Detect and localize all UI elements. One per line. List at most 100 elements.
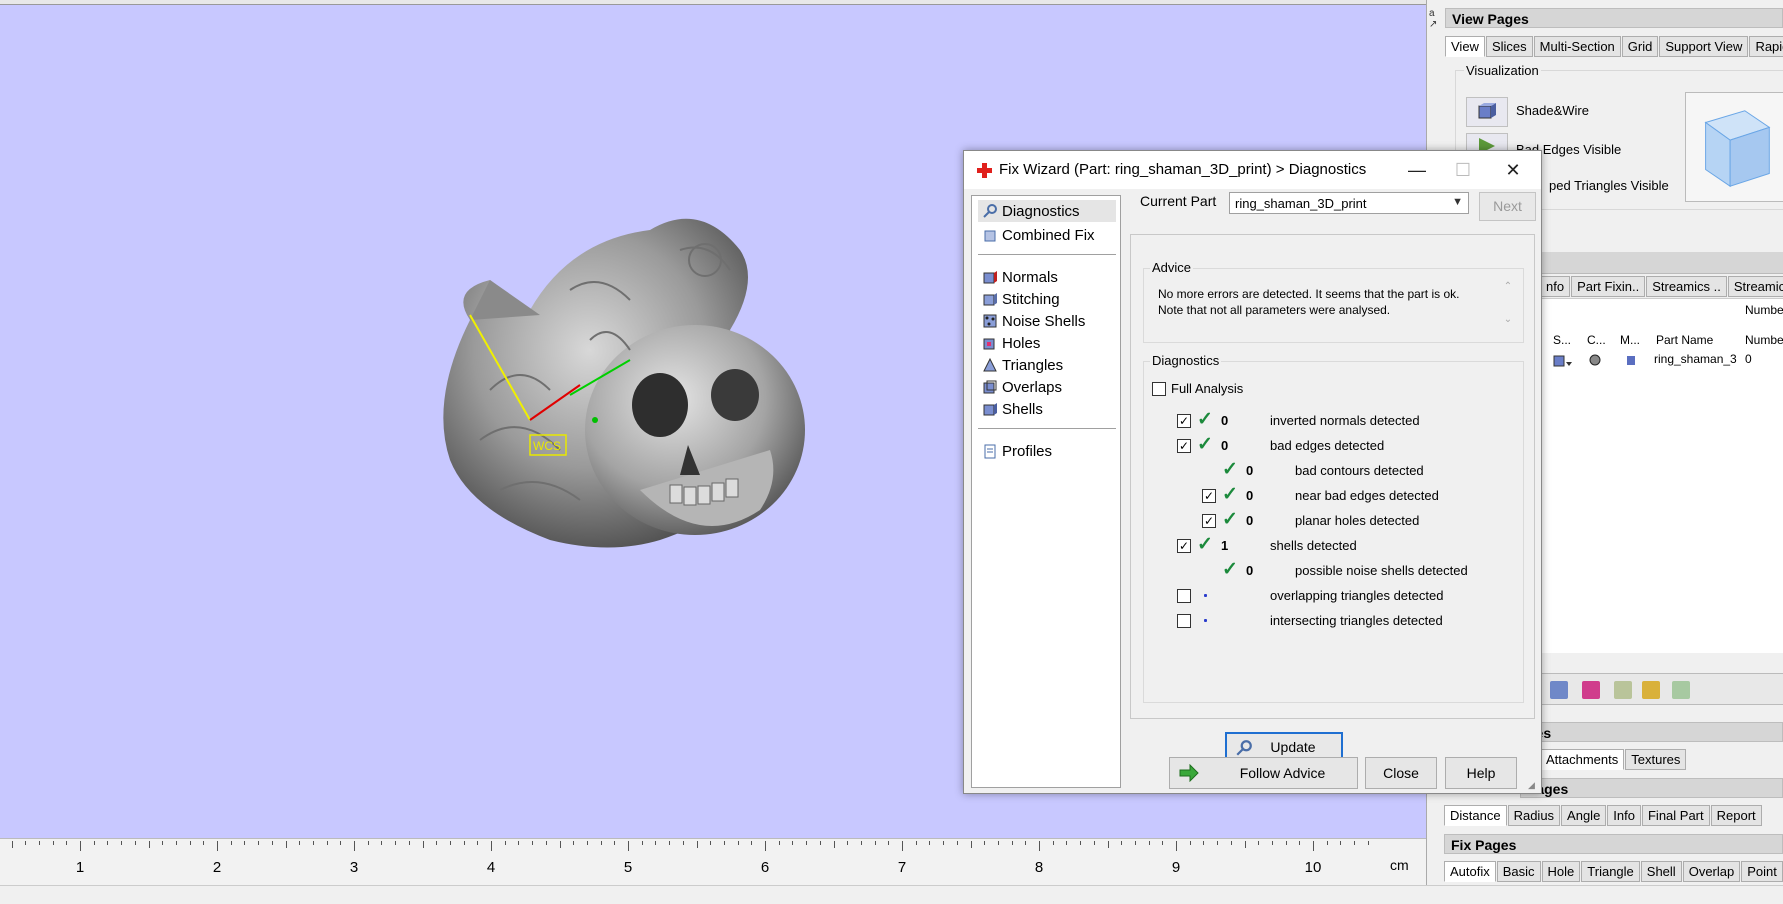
wizard-nav: Diagnostics Combined Fix Normals Stitchi… xyxy=(971,195,1121,788)
dialog-titlebar[interactable]: Fix Wizard (Part: ring_shaman_3D_print) … xyxy=(964,151,1541,189)
nav-divider-2 xyxy=(978,428,1116,429)
nav-profiles[interactable]: Profiles xyxy=(978,440,1116,462)
col-number[interactable]: Numbe xyxy=(1745,333,1783,347)
tab-basic[interactable]: Basic xyxy=(1496,861,1541,882)
tab-attachments[interactable]: Attachments xyxy=(1540,749,1625,770)
close-icon[interactable]: ✕ xyxy=(1490,155,1536,185)
tab-triangle[interactable]: Triangle xyxy=(1581,861,1640,882)
tab-final-part[interactable]: Final Part xyxy=(1641,805,1710,826)
ruler-tick xyxy=(203,841,205,845)
tool-icon-1[interactable] xyxy=(1550,681,1568,699)
full-analysis-checkbox[interactable] xyxy=(1152,382,1166,396)
panel-pin-icons[interactable]: a ↗ xyxy=(1429,8,1443,44)
tab-view[interactable]: View xyxy=(1445,36,1485,57)
advice-scrollbar[interactable]: ⌃ ⌄ xyxy=(1501,281,1515,337)
shells-icon xyxy=(983,403,997,416)
nav-shells[interactable]: Shells xyxy=(978,398,1116,420)
magnifier-icon xyxy=(983,204,997,218)
planar-holes-checkbox[interactable]: ✓ xyxy=(1202,514,1216,528)
tab-autofix[interactable]: Autofix xyxy=(1444,861,1496,882)
ruler-tick xyxy=(463,841,465,845)
diagnostics-label: Diagnostics xyxy=(1150,353,1222,368)
tab-part-fixing[interactable]: Part Fixin.. xyxy=(1571,276,1646,297)
tab-distance[interactable]: Distance xyxy=(1444,805,1507,826)
tab-multi-section[interactable]: Multi-Section xyxy=(1533,36,1621,57)
col-c[interactable]: C... xyxy=(1587,333,1606,347)
nav-diagnostics[interactable]: Diagnostics xyxy=(978,200,1116,222)
tab-overlap[interactable]: Overlap xyxy=(1682,861,1741,882)
part-cube-icon xyxy=(1553,355,1572,367)
view-cube-icon[interactable] xyxy=(1685,92,1783,202)
follow-advice-button[interactable]: Follow Advice xyxy=(1169,757,1358,789)
nav-normals[interactable]: Normals xyxy=(978,266,1116,288)
tab-point[interactable]: Point xyxy=(1741,861,1783,882)
tool-icon-5[interactable] xyxy=(1672,681,1690,699)
col-s[interactable]: S... xyxy=(1553,333,1571,347)
measure-tabs: Distance Radius Angle Info Final Part Re… xyxy=(1444,805,1783,827)
tab-info[interactable]: nfo xyxy=(1540,276,1571,297)
tool-icon-4[interactable] xyxy=(1642,681,1660,699)
tab-angle[interactable]: Angle xyxy=(1561,805,1607,826)
tab-report[interactable]: Report xyxy=(1710,805,1762,826)
shells-checkbox[interactable]: ✓ xyxy=(1177,539,1191,553)
table-row[interactable]: ring_shaman_3 0 xyxy=(1540,350,1783,370)
ruler-tick xyxy=(1217,841,1219,845)
nav-noise-shells[interactable]: Noise Shells xyxy=(978,310,1116,332)
inverted-normals-checkbox[interactable]: ✓ xyxy=(1177,414,1191,428)
col-part-name[interactable]: Part Name xyxy=(1656,333,1713,347)
tab-radius[interactable]: Radius xyxy=(1507,805,1561,826)
tab-shell[interactable]: Shell xyxy=(1640,861,1682,882)
tab-support-view[interactable]: Support View xyxy=(1659,36,1749,57)
cube-shade-icon xyxy=(1478,103,1496,119)
ruler-label: 4 xyxy=(486,859,496,876)
tab-info-measure[interactable]: Info xyxy=(1607,805,1641,826)
help-button[interactable]: Help xyxy=(1445,757,1517,789)
nav-shells-label: Shells xyxy=(1002,400,1043,418)
col-m[interactable]: M... xyxy=(1620,333,1640,347)
shells-label: shells detected xyxy=(1270,538,1357,553)
bad-edges-checkbox[interactable]: ✓ xyxy=(1177,439,1191,453)
check-icon: ✓ xyxy=(1222,559,1238,580)
next-button[interactable]: Next xyxy=(1479,192,1536,221)
ruler-tick xyxy=(943,841,945,845)
shade-wire-button[interactable] xyxy=(1466,97,1508,127)
nav-triangles[interactable]: Triangles xyxy=(978,354,1116,376)
tab-rapidfit[interactable]: Rapidf xyxy=(1749,36,1783,57)
ruler-tick xyxy=(422,841,424,848)
maximize-icon: ☐ xyxy=(1454,160,1472,180)
current-part-select[interactable]: ring_shaman_3D_print ▼ xyxy=(1229,192,1469,214)
tab-streamics-2[interactable]: Streamics xyxy=(1727,276,1783,297)
nav-divider xyxy=(978,254,1116,255)
ruler-tick xyxy=(217,841,218,851)
ruler-tick xyxy=(93,841,95,845)
intersecting-triangles-checkbox[interactable] xyxy=(1177,614,1191,628)
ruler-tick xyxy=(682,841,684,845)
tool-icon-3[interactable] xyxy=(1614,681,1632,699)
measure-pages-header: Pages xyxy=(1520,778,1783,798)
visualization-label: Visualization xyxy=(1464,63,1541,78)
ruler-tick xyxy=(326,841,328,845)
resize-grip-icon[interactable]: ◢ xyxy=(1528,780,1540,792)
tab-textures[interactable]: Textures xyxy=(1625,749,1687,770)
nav-overlaps[interactable]: Overlaps xyxy=(978,376,1116,398)
nav-combined-fix[interactable]: Combined Fix xyxy=(978,224,1116,246)
tab-streamics-1[interactable]: Streamics .. xyxy=(1646,276,1727,297)
near-bad-edges-checkbox[interactable]: ✓ xyxy=(1202,489,1216,503)
close-button[interactable]: Close xyxy=(1365,757,1437,789)
tab-hole[interactable]: Hole xyxy=(1541,861,1581,882)
nav-stitching[interactable]: Stitching xyxy=(978,288,1116,310)
overlapping-triangles-checkbox[interactable] xyxy=(1177,589,1191,603)
status-bar xyxy=(0,885,1783,904)
color-circle-icon xyxy=(1589,354,1601,366)
ruler-tick xyxy=(614,841,616,845)
nav-holes[interactable]: Holes xyxy=(978,332,1116,354)
minimize-icon[interactable]: — xyxy=(1394,155,1440,185)
ruler-tick xyxy=(285,841,287,848)
tool-icon-2[interactable] xyxy=(1582,681,1600,699)
fix-wizard-dialog: Fix Wizard (Part: ring_shaman_3D_print) … xyxy=(963,150,1542,794)
ruler-tick xyxy=(1066,841,1068,845)
tab-grid[interactable]: Grid xyxy=(1621,36,1659,57)
ring-3d-model[interactable]: WCS xyxy=(430,190,870,620)
intersecting-triangles-label: intersecting triangles detected xyxy=(1270,613,1443,628)
tab-slices[interactable]: Slices xyxy=(1485,36,1533,57)
